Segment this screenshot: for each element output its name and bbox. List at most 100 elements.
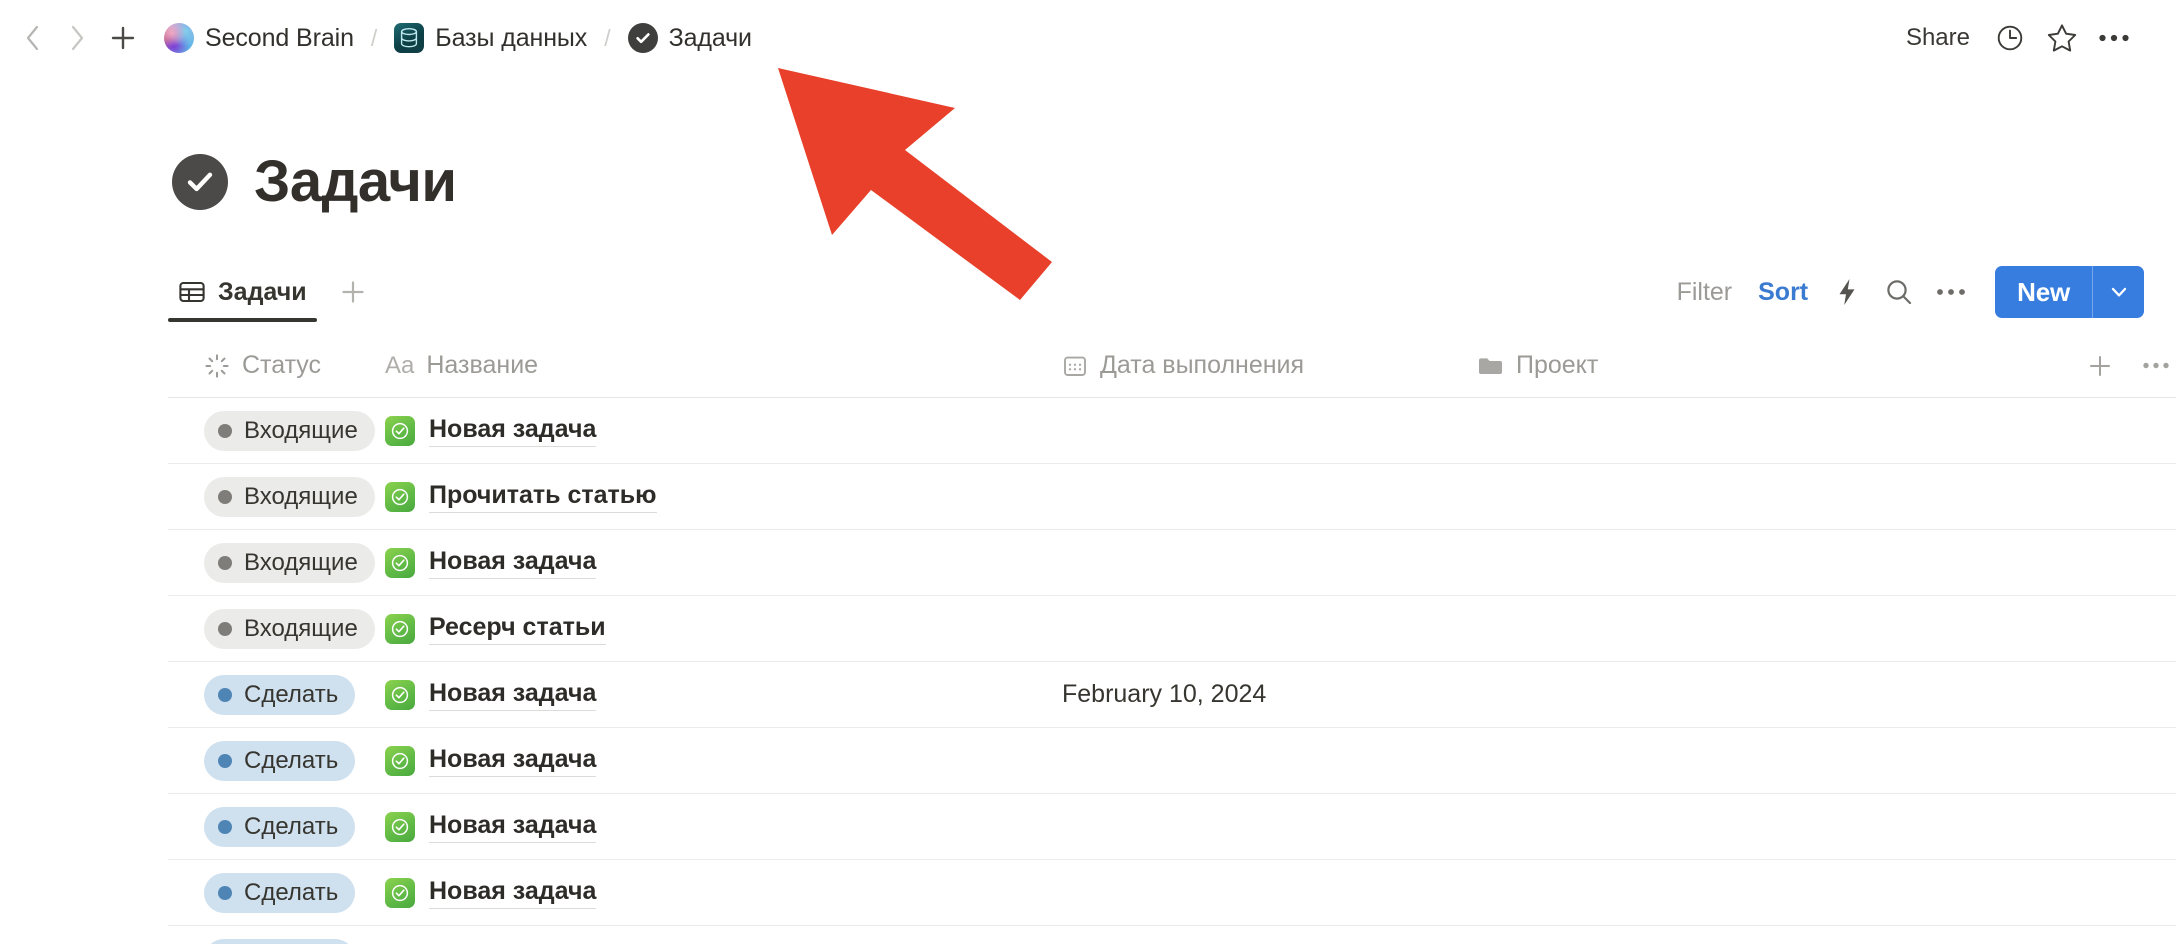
- breadcrumb-label: Базы данных: [435, 23, 588, 52]
- cell-status[interactable]: Сделать: [168, 938, 385, 944]
- sort-button[interactable]: Sort: [1745, 272, 1821, 313]
- table-row[interactable]: Сделать: [168, 926, 2176, 944]
- page-icon-check-circle-icon[interactable]: [172, 153, 228, 210]
- table-row[interactable]: Сделать Новая задача February 10, 2024: [168, 662, 2176, 728]
- column-header-name[interactable]: Aa Название: [385, 351, 1062, 380]
- task-title-link[interactable]: Прочитать статью: [429, 480, 657, 513]
- task-title-link[interactable]: Ресерч статьи: [429, 612, 606, 645]
- cell-name[interactable]: Новая задача: [385, 414, 1062, 447]
- status-dot-icon: [218, 753, 232, 768]
- task-title-link[interactable]: Новая задача: [429, 546, 597, 579]
- table-row[interactable]: Сделать Новая задача: [168, 728, 2176, 794]
- new-button-dropdown[interactable]: [2092, 266, 2144, 318]
- breadcrumb-item-tasks[interactable]: Задачи: [620, 19, 760, 57]
- column-header-project[interactable]: Проект: [1477, 351, 2077, 380]
- plus-icon: [111, 26, 135, 50]
- task-title-link[interactable]: Новая задача: [429, 414, 597, 447]
- search-button[interactable]: [1873, 269, 1925, 315]
- back-button[interactable]: [18, 23, 48, 53]
- add-column-button[interactable]: [2077, 345, 2123, 387]
- add-view-button[interactable]: [331, 270, 375, 314]
- cell-status[interactable]: Сделать: [168, 674, 385, 715]
- column-header-label: Название: [426, 351, 539, 379]
- breadcrumb-item-databases[interactable]: Базы данных: [386, 19, 595, 57]
- breadcrumb-separator: /: [370, 24, 378, 51]
- topbar-actions: Share: [1892, 18, 2140, 58]
- breadcrumb-label: Задачи: [668, 23, 752, 52]
- green-task-icon: [385, 547, 415, 578]
- column-header-date[interactable]: Дата выполнения: [1062, 351, 1477, 380]
- new-button-label[interactable]: New: [1995, 266, 2092, 318]
- folder-icon: [1477, 354, 1504, 378]
- task-title-link[interactable]: Новая задача: [429, 678, 597, 711]
- table-row[interactable]: Входящие Прочитать статью: [168, 464, 2176, 530]
- green-task-icon: [385, 481, 415, 512]
- filter-button[interactable]: Filter: [1664, 272, 1746, 313]
- status-label: Сделать: [244, 680, 339, 708]
- cell-status[interactable]: Входящие: [168, 410, 385, 451]
- ellipsis-icon: [2143, 362, 2169, 369]
- view-more-button[interactable]: [1925, 269, 1977, 315]
- chevron-right-icon: [71, 25, 84, 51]
- favorite-button[interactable]: [2036, 18, 2088, 58]
- new-page-button[interactable]: [106, 21, 140, 55]
- status-label: Входящие: [244, 416, 358, 444]
- task-title-link[interactable]: Новая задача: [429, 810, 597, 843]
- status-label: Сделать: [244, 878, 339, 906]
- column-options-button[interactable]: [2133, 345, 2176, 387]
- cell-name[interactable]: Новая задача: [385, 876, 1062, 909]
- column-header-status[interactable]: Статус: [168, 351, 385, 380]
- more-options-button[interactable]: [2088, 18, 2140, 58]
- column-header-label: Статус: [242, 351, 322, 379]
- cell-name[interactable]: Новая задача: [385, 744, 1062, 777]
- status-dot-icon: [218, 885, 232, 900]
- cell-status[interactable]: Входящие: [168, 542, 385, 583]
- table-body: Входящие Новая задача Входящие Прочитать ст…: [168, 398, 2176, 944]
- cell-status[interactable]: Сделать: [168, 872, 385, 913]
- column-header-label: Проект: [1516, 351, 1599, 379]
- forward-button[interactable]: [62, 23, 92, 53]
- cell-status[interactable]: Входящие: [168, 476, 385, 517]
- history-button[interactable]: [1984, 18, 2036, 58]
- tab-tasks-view[interactable]: Задачи: [168, 262, 317, 322]
- cell-status[interactable]: Сделать: [168, 806, 385, 847]
- status-dot-icon: [218, 489, 232, 504]
- table-header-row: Статус Aa Название Дата выполнения Проек…: [168, 334, 2176, 398]
- cell-status[interactable]: Входящие: [168, 608, 385, 649]
- notion-database-page: Second Brain / Базы данных / Задачи Shar…: [0, 0, 2176, 944]
- table-row[interactable]: Сделать Новая задача: [168, 794, 2176, 860]
- table-row[interactable]: Сделать Новая задача: [168, 860, 2176, 926]
- task-title-link[interactable]: Новая задача: [429, 876, 597, 909]
- new-record-button[interactable]: New: [1995, 266, 2144, 318]
- cell-status[interactable]: Сделать: [168, 740, 385, 781]
- table-row[interactable]: Входящие Ресерч статьи: [168, 596, 2176, 662]
- breadcrumb-item-second-brain[interactable]: Second Brain: [156, 19, 362, 57]
- status-label: Входящие: [244, 614, 358, 642]
- cell-name[interactable]: Ресерч статьи: [385, 612, 1062, 645]
- page-title: Задачи: [254, 149, 457, 214]
- view-toolbar: Задачи Filter Sort New: [168, 258, 2144, 326]
- status-label: Сделать: [244, 812, 339, 840]
- green-task-icon: [385, 415, 415, 446]
- cell-name[interactable]: Новая задача: [385, 546, 1062, 579]
- table-row[interactable]: Входящие Новая задача: [168, 530, 2176, 596]
- green-task-icon: [385, 745, 415, 776]
- cell-name[interactable]: Новая задача: [385, 678, 1062, 711]
- share-button[interactable]: Share: [1892, 18, 1984, 58]
- chevron-down-icon: [2111, 287, 2126, 297]
- cell-name[interactable]: Прочитать статью: [385, 480, 1062, 513]
- status-dot-icon: [218, 621, 232, 636]
- status-badge: Входящие: [204, 542, 375, 583]
- cell-date[interactable]: February 10, 2024: [1062, 680, 1477, 709]
- automation-button[interactable]: [1821, 269, 1873, 315]
- cell-name[interactable]: Новая задача: [385, 810, 1062, 843]
- page-title-row: Задачи: [172, 148, 457, 215]
- status-spinner-icon: [204, 353, 230, 379]
- date-value: February 10, 2024: [1062, 680, 1267, 708]
- table-row[interactable]: Входящие Новая задача: [168, 398, 2176, 464]
- second-brain-gradient-logo: [164, 23, 194, 53]
- ellipsis-icon: [1937, 289, 1966, 295]
- status-badge: Сделать: [204, 740, 356, 781]
- column-header-actions: [2077, 345, 2176, 387]
- task-title-link[interactable]: Новая задача: [429, 744, 597, 777]
